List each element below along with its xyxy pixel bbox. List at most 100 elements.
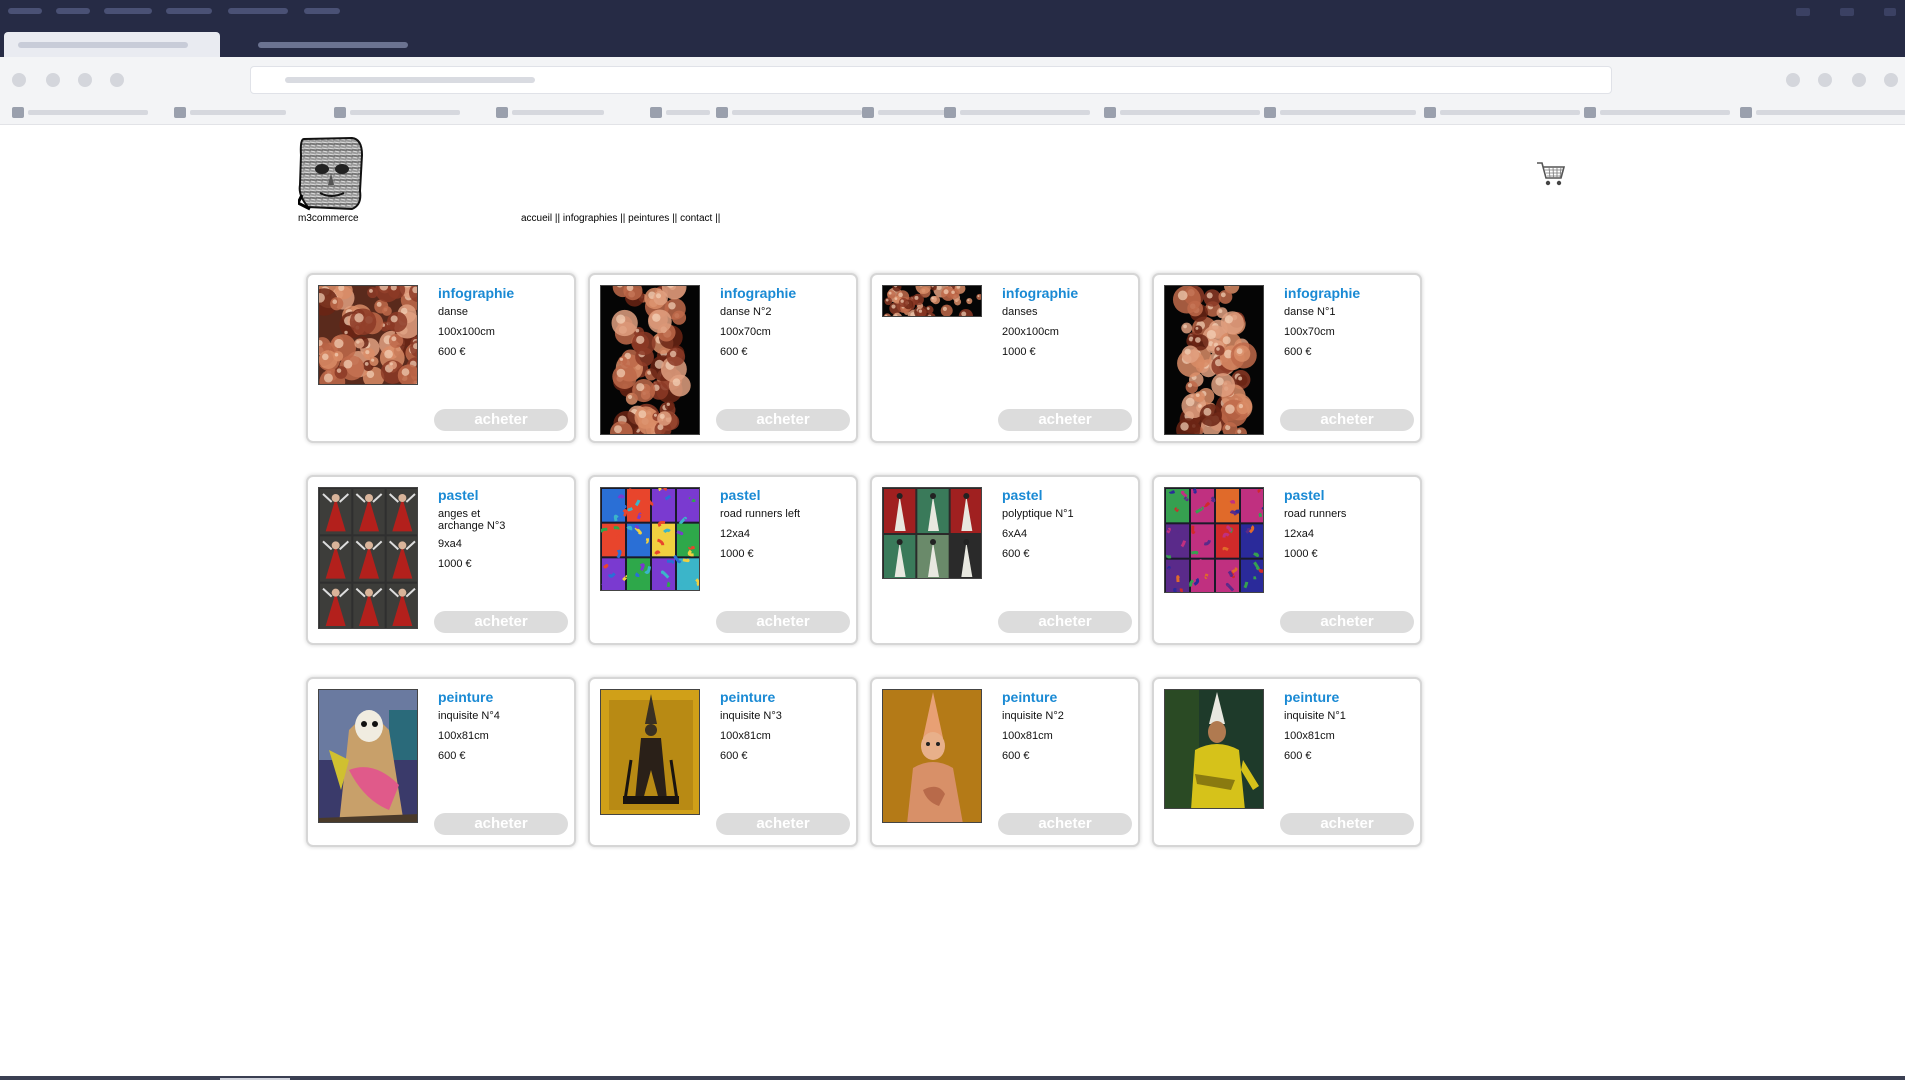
product-category[interactable]: infographie <box>720 285 850 301</box>
product-title: polyptique N°1 <box>1002 508 1074 520</box>
buy-button[interactable]: acheter <box>716 409 850 431</box>
buy-button[interactable]: acheter <box>998 409 1132 431</box>
artwork-image[interactable] <box>318 487 418 629</box>
product-card: pastel polyptique N°1 6xA4 600 € acheter <box>870 475 1140 645</box>
nav-link-contact[interactable]: contact <box>680 213 712 224</box>
product-category[interactable]: pastel <box>438 487 568 503</box>
product-title: danse <box>438 306 468 318</box>
buy-button[interactable]: acheter <box>716 611 850 633</box>
product-card: pastel road runners left 12xa4 1000 € ac… <box>588 475 858 645</box>
home-icon[interactable] <box>110 73 124 87</box>
menu-icon[interactable] <box>1884 73 1898 87</box>
product-category[interactable]: infographie <box>1284 285 1414 301</box>
product-size: 200x100cm <box>1002 326 1059 338</box>
product-category[interactable]: pastel <box>1284 487 1414 503</box>
product-thumbnail[interactable] <box>600 689 700 839</box>
product-thumbnail[interactable] <box>1164 689 1264 839</box>
maximize-icon[interactable] <box>1840 8 1854 16</box>
artwork-image[interactable] <box>1164 689 1264 809</box>
menu-item-blurred[interactable] <box>104 8 152 14</box>
product-size: 12xa4 <box>720 528 750 540</box>
reload-icon[interactable] <box>78 73 92 87</box>
buy-button[interactable]: acheter <box>1280 409 1414 431</box>
product-thumbnail[interactable] <box>318 285 418 435</box>
buy-button[interactable]: acheter <box>434 813 568 835</box>
product-thumbnail[interactable] <box>600 285 700 435</box>
buy-button[interactable]: acheter <box>434 611 568 633</box>
product-category[interactable]: peinture <box>438 689 568 705</box>
shopping-cart-icon[interactable] <box>1536 160 1566 188</box>
product-category[interactable]: peinture <box>720 689 850 705</box>
artwork-image[interactable] <box>1164 487 1264 593</box>
menu-item-blurred[interactable] <box>166 8 212 14</box>
main-navigation: accueil || infographies || peintures || … <box>521 213 720 224</box>
product-category[interactable]: infographie <box>1002 285 1132 301</box>
buy-button[interactable]: acheter <box>998 813 1132 835</box>
product-title: inquisite N°2 <box>1002 710 1064 722</box>
artwork-image[interactable] <box>318 285 418 385</box>
menu-item-blurred[interactable] <box>56 8 90 14</box>
menu-item-blurred[interactable] <box>8 8 42 14</box>
close-window-icon[interactable] <box>1884 8 1896 16</box>
nav-link-accueil[interactable]: accueil <box>521 213 552 224</box>
product-price: 1000 € <box>1284 548 1318 560</box>
artwork-image[interactable] <box>882 487 982 579</box>
product-thumbnail[interactable] <box>1164 487 1264 637</box>
product-category[interactable]: pastel <box>720 487 850 503</box>
buy-button[interactable]: acheter <box>716 813 850 835</box>
browser-tab-active[interactable] <box>4 32 220 57</box>
product-size: 100x81cm <box>1002 730 1053 742</box>
product-title: danses <box>1002 306 1038 318</box>
bookmarks-bar <box>0 101 1905 125</box>
artwork-image[interactable] <box>882 689 982 823</box>
product-thumbnail[interactable] <box>318 487 418 637</box>
nav-separator: || <box>712 213 721 224</box>
buy-button[interactable]: acheter <box>434 409 568 431</box>
product-price: 600 € <box>1002 548 1030 560</box>
forward-icon[interactable] <box>46 73 60 87</box>
site-logo[interactable] <box>298 135 364 211</box>
product-thumbnail[interactable] <box>882 689 982 839</box>
address-bar[interactable] <box>250 66 1612 94</box>
product-thumbnail[interactable] <box>318 689 418 839</box>
extension-icon[interactable] <box>1818 73 1832 87</box>
minimize-icon[interactable] <box>1796 8 1810 16</box>
buy-button[interactable]: acheter <box>998 611 1132 633</box>
product-size: 12xa4 <box>1284 528 1314 540</box>
product-thumbnail[interactable] <box>600 487 700 637</box>
product-category[interactable]: infographie <box>438 285 568 301</box>
menu-item-blurred[interactable] <box>304 8 340 14</box>
artwork-image[interactable] <box>600 689 700 815</box>
product-size: 100x81cm <box>720 730 771 742</box>
artwork-image[interactable] <box>600 285 700 435</box>
back-icon[interactable] <box>12 73 26 87</box>
browser-tab[interactable] <box>228 32 448 57</box>
extension-icon[interactable] <box>1786 73 1800 87</box>
artwork-image[interactable] <box>1164 285 1264 435</box>
product-card: infographie danse 100x100cm 600 € achete… <box>306 273 576 443</box>
product-price: 1000 € <box>720 548 754 560</box>
buy-button[interactable]: acheter <box>1280 611 1414 633</box>
menu-item-blurred[interactable] <box>228 8 288 14</box>
product-category[interactable]: peinture <box>1002 689 1132 705</box>
product-thumbnail[interactable] <box>882 487 982 637</box>
product-size: 100x70cm <box>1284 326 1335 338</box>
product-title: danse N°2 <box>720 306 772 318</box>
artwork-image[interactable] <box>882 285 982 317</box>
buy-button[interactable]: acheter <box>1280 813 1414 835</box>
browser-toolbar <box>0 57 1905 101</box>
product-card: peinture inquisite N°2 100x81cm 600 € ac… <box>870 677 1140 847</box>
product-title: danse N°1 <box>1284 306 1336 318</box>
product-size: 100x81cm <box>438 730 489 742</box>
product-category[interactable]: peinture <box>1284 689 1414 705</box>
product-thumbnail[interactable] <box>882 285 982 435</box>
artwork-image[interactable] <box>318 689 418 823</box>
nav-link-infographies[interactable]: infographies <box>563 213 617 224</box>
product-title: road runners left <box>720 508 801 520</box>
product-thumbnail[interactable] <box>1164 285 1264 435</box>
artwork-image[interactable] <box>600 487 700 591</box>
nav-separator: || <box>617 213 629 224</box>
nav-link-peintures[interactable]: peintures <box>628 213 669 224</box>
product-category[interactable]: pastel <box>1002 487 1132 503</box>
extension-icon[interactable] <box>1852 73 1866 87</box>
